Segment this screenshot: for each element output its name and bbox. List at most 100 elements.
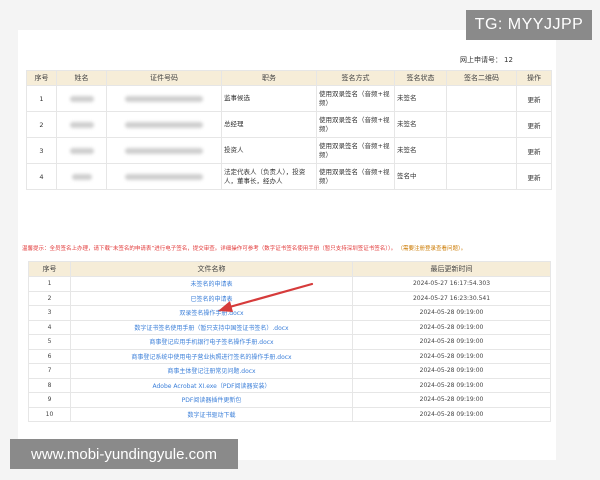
updated-time: 2024-05-28 09:19:00 [352, 392, 551, 408]
column-header: 最后更新时间 [352, 261, 551, 277]
table-row: 3 投资人 使用双录签名（音频+视频） 未签名 更新 [26, 137, 552, 164]
updated-time: 2024-05-28 09:19:00 [352, 348, 551, 364]
row-index: 1 [28, 276, 71, 292]
update-link[interactable]: 更新 [516, 111, 552, 138]
updated-time: 2024-05-28 09:19:00 [352, 319, 551, 335]
row-index: 4 [28, 319, 71, 335]
redacted-id [125, 121, 203, 128]
qrcode-cell [446, 85, 517, 112]
redacted-name [69, 95, 94, 102]
update-link[interactable]: 更新 [516, 163, 552, 190]
id-cell [106, 163, 222, 190]
application-number-value: 12 [504, 56, 513, 64]
table-row: 9 PDF阅读器插件更新包 2024-05-28 09:19:00 [28, 392, 551, 408]
status-cell: 签名中 [394, 163, 447, 190]
column-header: 序号 [28, 261, 71, 277]
row-index: 9 [28, 392, 71, 408]
column-header: 操作 [516, 70, 552, 86]
update-link[interactable]: 更新 [516, 85, 552, 112]
name-cell [56, 137, 107, 164]
redacted-id [125, 95, 203, 102]
column-header: 签名状态 [394, 70, 447, 86]
status-cell: 未签名 [394, 111, 447, 138]
qrcode-cell [446, 163, 517, 190]
table-row: 10 数字证书驱动下载 2024-05-28 09:19:00 [28, 406, 551, 422]
row-index: 5 [28, 334, 71, 350]
file-link[interactable]: 商事登记系统中使用电子营业执照进行签名的操作手册.docx [70, 348, 353, 364]
status-cell: 未签名 [394, 85, 447, 112]
redacted-name [69, 121, 94, 128]
id-cell [106, 85, 222, 112]
column-header: 职务 [221, 70, 317, 86]
updated-time: 2024-05-28 09:19:00 [352, 363, 551, 379]
table-row: 2 总经理 使用双录签名（音频+视频） 未签名 更新 [26, 111, 552, 138]
column-header: 文件名称 [70, 261, 353, 277]
table-row: 1 监事候选 使用双录签名（音频+视频） 未签名 更新 [26, 85, 552, 112]
updated-time: 2024-05-27 16:17:54.303 [352, 276, 551, 292]
name-cell [56, 85, 107, 112]
updated-time: 2024-05-28 09:19:00 [352, 406, 551, 422]
docs-header-row: 序号 文件名称 最后更新时间 [28, 261, 551, 277]
notice-tail: （需要注册登录查看问题）。 [400, 246, 467, 252]
id-cell [106, 137, 222, 164]
method-cell: 使用双录签名（音频+视频） [316, 85, 395, 112]
file-link[interactable]: PDF阅读器插件更新包 [70, 392, 353, 408]
table-row: 7 商事主体登记注册常见问题.docx 2024-05-28 09:19:00 [28, 363, 551, 379]
row-index: 3 [28, 305, 71, 321]
table-row: 4 数字证书签名使用手册（暂只支持中国签证书签名）.docx 2024-05-2… [28, 319, 551, 335]
file-link[interactable]: 数字证书签名使用手册（暂只支持中国签证书签名）.docx [70, 319, 353, 335]
row-index: 10 [28, 406, 71, 422]
update-link[interactable]: 更新 [516, 137, 552, 164]
updated-time: 2024-05-27 16:23:30.541 [352, 290, 551, 306]
signers-header-row: 序号 姓名 证件号码 职务 签名方式 签名状态 签名二维码 操作 [26, 70, 552, 86]
updated-time: 2024-05-28 09:19:00 [352, 305, 551, 321]
column-header: 证件号码 [106, 70, 222, 86]
application-page: 网上申请号： 12 序号 姓名 证件号码 职务 签名方式 签名状态 签名二维码 操… [18, 30, 556, 460]
name-cell [56, 111, 107, 138]
column-header: 序号 [26, 70, 57, 86]
file-link[interactable]: Adobe Acrobat XI.exe（PDF阅读器安装） [70, 377, 353, 393]
redacted-id [125, 147, 203, 154]
red-arrow-icon [218, 282, 314, 312]
table-row: 6 商事登记系统中使用电子营业执照进行签名的操作手册.docx 2024-05-… [28, 348, 551, 364]
file-link[interactable]: 数字证书驱动下载 [70, 406, 353, 422]
row-index: 2 [26, 111, 57, 138]
column-header: 姓名 [56, 70, 107, 86]
id-cell [106, 111, 222, 138]
row-index: 2 [28, 290, 71, 306]
row-index: 7 [28, 363, 71, 379]
row-index: 4 [26, 163, 57, 190]
method-cell: 使用双录签名（音频+视频） [316, 137, 395, 164]
row-index: 3 [26, 137, 57, 164]
role-cell: 监事候选 [221, 85, 317, 112]
role-cell: 总经理 [221, 111, 317, 138]
table-row: 5 商事登记应用手机银行电子签名操作手册.docx 2024-05-28 09:… [28, 334, 551, 350]
application-number: 网上申请号： 12 [460, 55, 513, 65]
redacted-name [69, 147, 94, 154]
row-index: 8 [28, 377, 71, 393]
table-row: 4 法定代表人（负责人），投资人，董事长，经办人 使用双录签名（音频+视频） 签… [26, 163, 552, 190]
updated-time: 2024-05-28 09:19:00 [352, 377, 551, 393]
file-link[interactable]: 商事登记应用手机银行电子签名操作手册.docx [70, 334, 353, 350]
column-header: 签名二维码 [446, 70, 517, 86]
role-cell: 法定代表人（负责人），投资人，董事长，经办人 [221, 163, 317, 190]
qrcode-cell [446, 137, 517, 164]
qrcode-cell [446, 111, 517, 138]
application-number-label: 网上申请号： [460, 56, 502, 64]
watermark-site: www.mobi-yundingyule.com [10, 439, 238, 469]
notice-text: 温馨提示：全员签名上办理，请下载“未签名的申请表”进行电子签名，提交审查。详细操… [22, 244, 552, 252]
notice-main: 温馨提示：全员签名上办理，请下载“未签名的申请表”进行电子签名，提交审查。详细操… [22, 246, 397, 252]
column-header: 签名方式 [316, 70, 395, 86]
redacted-name [71, 173, 92, 180]
status-cell: 未签名 [394, 137, 447, 164]
redacted-id [125, 173, 203, 180]
row-index: 6 [28, 348, 71, 364]
role-cell: 投资人 [221, 137, 317, 164]
signers-table: 序号 姓名 证件号码 职务 签名方式 签名状态 签名二维码 操作 1 监事候选 … [26, 70, 552, 190]
row-index: 1 [26, 85, 57, 112]
name-cell [56, 163, 107, 190]
file-link[interactable]: 商事主体登记注册常见问题.docx [70, 363, 353, 379]
watermark-tag: TG: MYYJJPP [466, 10, 592, 40]
table-row: 8 Adobe Acrobat XI.exe（PDF阅读器安装） 2024-05… [28, 377, 551, 393]
method-cell: 使用双录签名（音频+视频） [316, 111, 395, 138]
